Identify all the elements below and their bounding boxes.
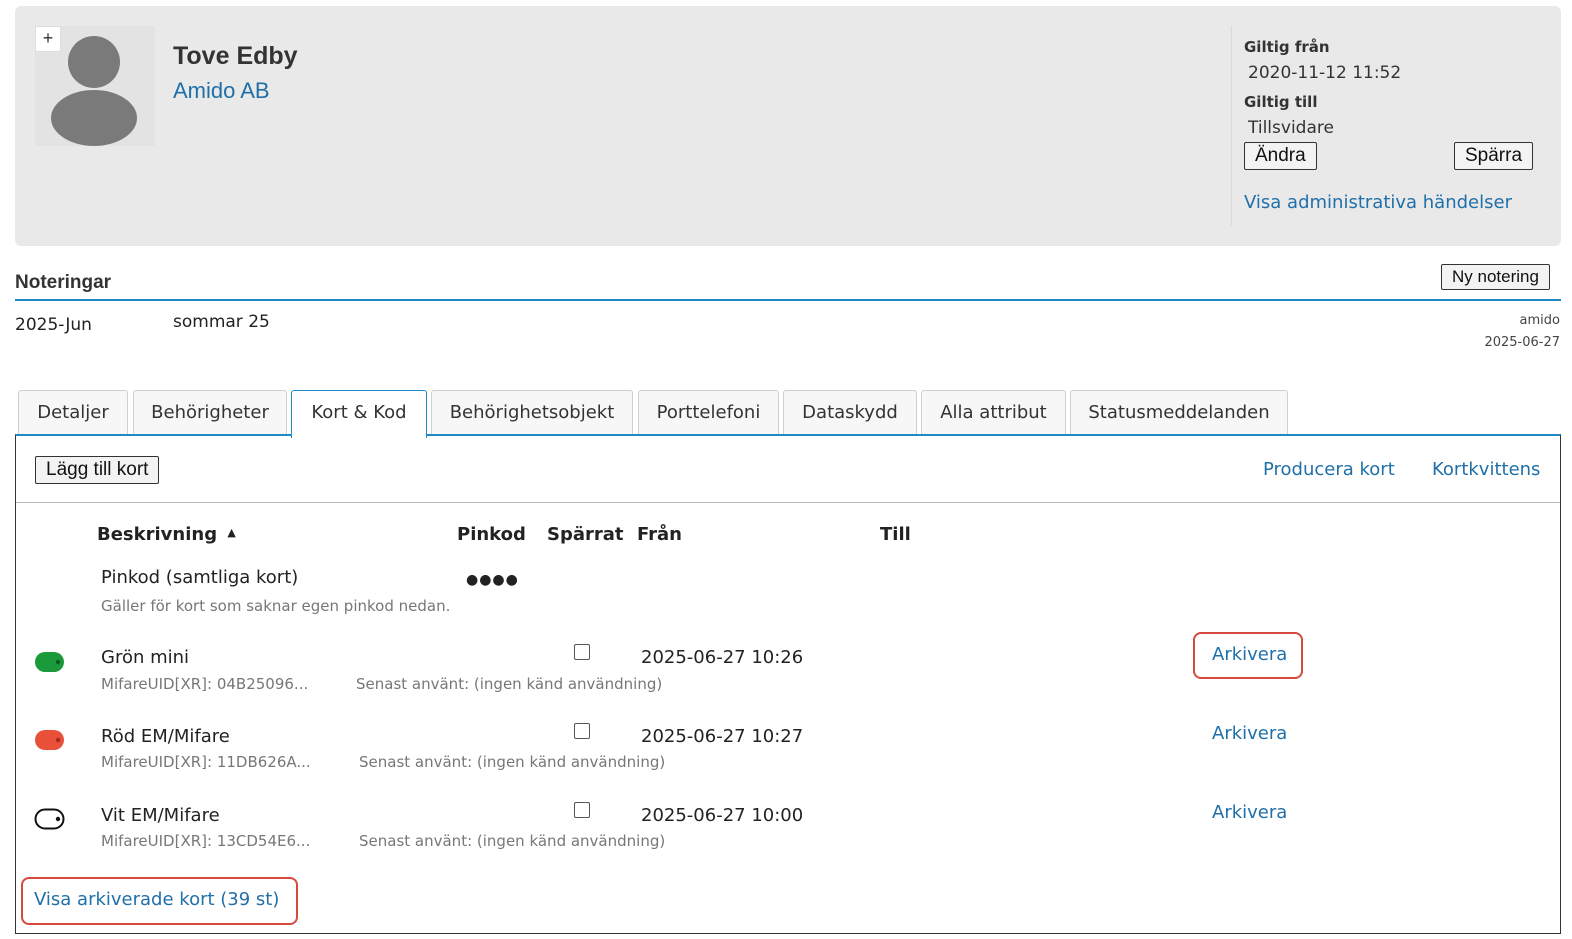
- cards-panel: Lägg till kort Producera kort Kortkvitte…: [15, 434, 1561, 934]
- valid-from-value: 2020-11-12 11:52: [1248, 63, 1402, 83]
- highlight-archive: [1193, 632, 1303, 679]
- column-description-label: Beskrivning: [97, 524, 218, 545]
- produce-card-link[interactable]: Producera kort: [1263, 459, 1395, 480]
- validity-panel: Giltig från 2020-11-12 11:52 Giltig till…: [1231, 26, 1543, 226]
- notes-divider: [15, 299, 1561, 301]
- archive-link[interactable]: Arkivera: [1212, 802, 1287, 823]
- card-from: 2025-06-27 10:27: [641, 726, 804, 747]
- green-tag-icon: [35, 652, 64, 672]
- column-header-blocked: Spärrat: [547, 524, 624, 545]
- add-card-button[interactable]: Lägg till kort: [35, 456, 160, 484]
- new-note-button[interactable]: Ny notering: [1441, 264, 1550, 290]
- tab-details[interactable]: Detaljer: [18, 390, 128, 436]
- person-header: + Tove Edby Amido AB Giltig från 2020-11…: [15, 6, 1561, 246]
- pin-row-note: Gäller för kort som saknar egen pinkod n…: [101, 597, 451, 615]
- card-last-used: Senast använt: (ingen känd användning): [359, 753, 666, 771]
- tab-all-attributes[interactable]: Alla attribut: [921, 390, 1066, 436]
- white-tag-icon: [34, 808, 65, 830]
- red-tag-icon: [35, 730, 64, 750]
- note-date: 2025-Jun: [15, 315, 92, 335]
- note-text: sommar 25: [173, 312, 270, 332]
- pin-value: ●●●●: [466, 572, 519, 588]
- card-receipt-link[interactable]: Kortkvittens: [1432, 459, 1540, 480]
- column-header-to: Till: [880, 524, 911, 545]
- blocked-checkbox[interactable]: [574, 644, 590, 660]
- valid-to-value: Tillsvidare: [1248, 118, 1334, 138]
- card-last-used: Senast använt: (ingen känd användning): [356, 675, 663, 693]
- tab-data-protection[interactable]: Dataskydd: [783, 390, 917, 436]
- notes-title: Noteringar: [15, 272, 112, 293]
- admin-events-link[interactable]: Visa administrativa händelser: [1244, 192, 1512, 213]
- column-header-from: Från: [637, 524, 682, 545]
- block-person-button[interactable]: Spärra: [1454, 142, 1534, 170]
- tab-permission-objects[interactable]: Behörighetsobjekt: [431, 390, 633, 436]
- card-uid: MifareUID[XR]: 04B25096...: [101, 675, 309, 693]
- card-uid: MifareUID[XR]: 13CD54E6...: [101, 832, 311, 850]
- note-author: amido: [1519, 313, 1560, 328]
- tab-status-messages[interactable]: Statusmeddelanden: [1070, 390, 1288, 436]
- tab-permissions[interactable]: Behörigheter: [133, 390, 287, 436]
- column-header-pincode: Pinkod: [457, 524, 526, 545]
- card-from: 2025-06-27 10:26: [641, 647, 804, 668]
- pin-row-title: Pinkod (samtliga kort): [101, 567, 299, 588]
- company-link[interactable]: Amido AB: [173, 78, 270, 104]
- blocked-checkbox[interactable]: [574, 802, 590, 818]
- blocked-checkbox[interactable]: [574, 723, 590, 739]
- note-created-date: 2025-06-27: [1484, 335, 1560, 350]
- sort-asc-icon: ▲: [227, 526, 236, 539]
- person-name: Tove Edby: [173, 42, 298, 70]
- column-header-description[interactable]: Beskrivning ▲: [97, 524, 236, 545]
- card-name: Vit EM/Mifare: [101, 805, 220, 826]
- toolbar-divider: [16, 502, 1560, 503]
- archive-link[interactable]: Arkivera: [1212, 723, 1287, 744]
- card-name: Grön mini: [101, 647, 190, 668]
- card-last-used: Senast använt: (ingen känd användning): [359, 832, 666, 850]
- card-from: 2025-06-27 10:00: [641, 805, 804, 826]
- tab-door-phone[interactable]: Porttelefoni: [638, 390, 779, 436]
- show-archived-cards-link[interactable]: Visa arkiverade kort (39 st): [34, 889, 279, 910]
- change-validity-button[interactable]: Ändra: [1244, 142, 1317, 170]
- valid-from-label: Giltig från: [1244, 38, 1330, 56]
- card-uid: MifareUID[XR]: 11DB626A...: [101, 753, 311, 771]
- valid-to-label: Giltig till: [1244, 93, 1318, 111]
- card-name: Röd EM/Mifare: [101, 726, 230, 747]
- add-photo-button[interactable]: +: [35, 26, 61, 52]
- tab-cards-codes[interactable]: Kort & Kod: [291, 390, 427, 438]
